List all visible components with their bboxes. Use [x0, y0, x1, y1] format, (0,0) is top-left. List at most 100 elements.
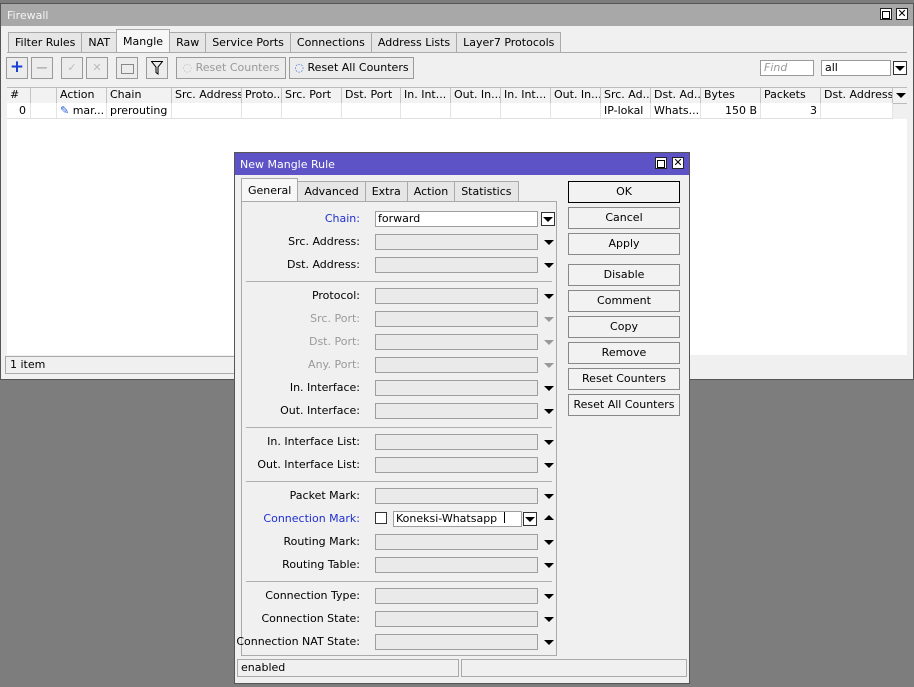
tab-raw[interactable]: Raw: [169, 32, 207, 52]
chevron-down-icon[interactable]: [544, 240, 554, 245]
dropdown-toggle[interactable]: [893, 61, 907, 75]
chevron-down-icon[interactable]: [544, 540, 554, 545]
reset-all-counters-button[interactable]: ◌ Reset All Counters: [289, 57, 414, 79]
col-number[interactable]: #: [7, 88, 31, 103]
reset-counters-button[interactable]: Reset Counters: [568, 368, 680, 390]
tab-mangle[interactable]: Mangle: [116, 29, 171, 52]
filter-button[interactable]: [146, 57, 168, 79]
reset-all-counters-button[interactable]: Reset All Counters: [568, 394, 680, 416]
connection-type-field[interactable]: [375, 588, 538, 604]
comment-button[interactable]: [116, 57, 138, 79]
col-src-port[interactable]: Src. Port: [282, 88, 342, 103]
tab-statistics[interactable]: Statistics: [454, 181, 519, 201]
chevron-up-icon[interactable]: [544, 515, 554, 520]
connection-mark-label[interactable]: Connection Mark:: [263, 512, 360, 526]
tab-address-lists[interactable]: Address Lists: [370, 32, 458, 52]
row-src-port: [282, 103, 342, 118]
col-dst-address-list[interactable]: Dst. Ad...: [651, 88, 701, 103]
tab-layer7-protocols[interactable]: Layer7 Protocols: [456, 32, 562, 52]
plus-icon: +: [9, 57, 25, 77]
col-src-address[interactable]: Src. Address: [172, 88, 242, 103]
disable-button[interactable]: Disable: [568, 264, 680, 286]
col-action[interactable]: Action: [57, 88, 107, 103]
tab-extra[interactable]: Extra: [364, 181, 408, 201]
in-interface-field[interactable]: [375, 380, 538, 396]
chevron-down-icon[interactable]: [544, 594, 554, 599]
row-dst-address-list: Whats...: [651, 103, 701, 118]
routing-mark-label: Routing Mark:: [283, 535, 360, 548]
connection-nat-state-field[interactable]: [375, 634, 538, 650]
chain-label[interactable]: Chain:: [325, 212, 360, 226]
chevron-down-icon[interactable]: [544, 263, 554, 268]
out-interface-list-label: Out. Interface List:: [257, 458, 360, 471]
connection-mark-dropdown[interactable]: [523, 512, 537, 526]
src-address-field[interactable]: [375, 234, 538, 250]
close-icon[interactable]: ✕: [672, 157, 684, 169]
col-in-interface-list[interactable]: In. Int...: [501, 88, 551, 103]
row-in-interface: [401, 103, 451, 118]
col-dst-port[interactable]: Dst. Port: [342, 88, 401, 103]
col-src-address-list[interactable]: Src. Ad...: [601, 88, 651, 103]
col-dst-address[interactable]: Dst. Address: [821, 88, 893, 103]
maximize-icon[interactable]: [880, 8, 892, 20]
out-interface-field[interactable]: [375, 403, 538, 419]
apply-button[interactable]: Apply: [568, 233, 680, 255]
reset-counters-button[interactable]: ◌ Reset Counters: [176, 57, 286, 79]
dialog-titlebar[interactable]: New Mangle Rule ✕: [235, 153, 689, 175]
close-icon[interactable]: ✕: [896, 8, 908, 20]
in-interface-list-field[interactable]: [375, 434, 538, 450]
connection-state-field[interactable]: [375, 611, 538, 627]
routing-mark-field[interactable]: [375, 534, 538, 550]
col-out-interface[interactable]: Out. In...: [451, 88, 501, 103]
col-out-interface-list[interactable]: Out. In...: [551, 88, 601, 103]
col-chain[interactable]: Chain: [107, 88, 172, 103]
tab-connections[interactable]: Connections: [289, 32, 372, 52]
tab-nat[interactable]: NAT: [81, 32, 118, 52]
connection-mark-negate-checkbox[interactable]: [375, 512, 387, 524]
firewall-tabs: Filter Rules NAT Mangle Raw Service Port…: [8, 29, 562, 52]
chain-field[interactable]: forward: [375, 211, 538, 227]
chevron-down-icon[interactable]: [544, 494, 554, 499]
chevron-down-icon[interactable]: [544, 440, 554, 445]
disable-button[interactable]: ✕: [86, 57, 108, 79]
ok-button[interactable]: OK: [568, 181, 680, 203]
tab-advanced[interactable]: Advanced: [297, 181, 366, 201]
tab-service-ports[interactable]: Service Ports: [205, 32, 291, 52]
maximize-icon[interactable]: [655, 157, 667, 169]
enable-button[interactable]: ✓: [61, 57, 83, 79]
comment-button[interactable]: Comment: [568, 290, 680, 312]
chevron-down-icon[interactable]: [544, 463, 554, 468]
col-bytes[interactable]: Bytes: [701, 88, 761, 103]
col-in-interface[interactable]: In. Int...: [401, 88, 451, 103]
packet-mark-field[interactable]: [375, 488, 538, 504]
chain-dropdown[interactable]: [541, 212, 555, 226]
firewall-titlebar[interactable]: Firewall ✕: [1, 4, 913, 26]
copy-button[interactable]: Copy: [568, 316, 680, 338]
out-interface-list-field[interactable]: [375, 457, 538, 473]
cancel-button[interactable]: Cancel: [568, 207, 680, 229]
remove-button[interactable]: Remove: [568, 342, 680, 364]
protocol-field[interactable]: [375, 288, 538, 304]
chevron-down-icon[interactable]: [544, 386, 554, 391]
col-packets[interactable]: Packets: [761, 88, 821, 103]
chevron-down-icon[interactable]: [544, 294, 554, 299]
chevron-down-icon[interactable]: [544, 563, 554, 568]
tab-general[interactable]: General: [241, 178, 299, 201]
routing-table-field[interactable]: [375, 557, 538, 573]
chevron-down-icon[interactable]: [544, 409, 554, 414]
columns-menu[interactable]: [893, 88, 907, 103]
chevron-down-icon[interactable]: [544, 617, 554, 622]
tab-action[interactable]: Action: [406, 181, 456, 201]
chevron-down-icon[interactable]: [544, 640, 554, 645]
col-protocol[interactable]: Proto...: [242, 88, 282, 103]
col-flag[interactable]: [31, 88, 57, 103]
remove-button[interactable]: −: [31, 57, 53, 79]
connection-mark-field[interactable]: Koneksi-Whatsapp: [393, 511, 522, 527]
filter-select[interactable]: all: [821, 60, 891, 76]
find-input[interactable]: Find: [760, 60, 814, 76]
tab-filter-rules[interactable]: Filter Rules: [8, 32, 83, 52]
table-row[interactable]: 0 ✎ mar... prerouting IP-lokal Whats... …: [7, 103, 893, 119]
add-button[interactable]: +: [6, 57, 28, 79]
row-packets: 3: [761, 103, 821, 118]
dst-address-field[interactable]: [375, 257, 538, 273]
